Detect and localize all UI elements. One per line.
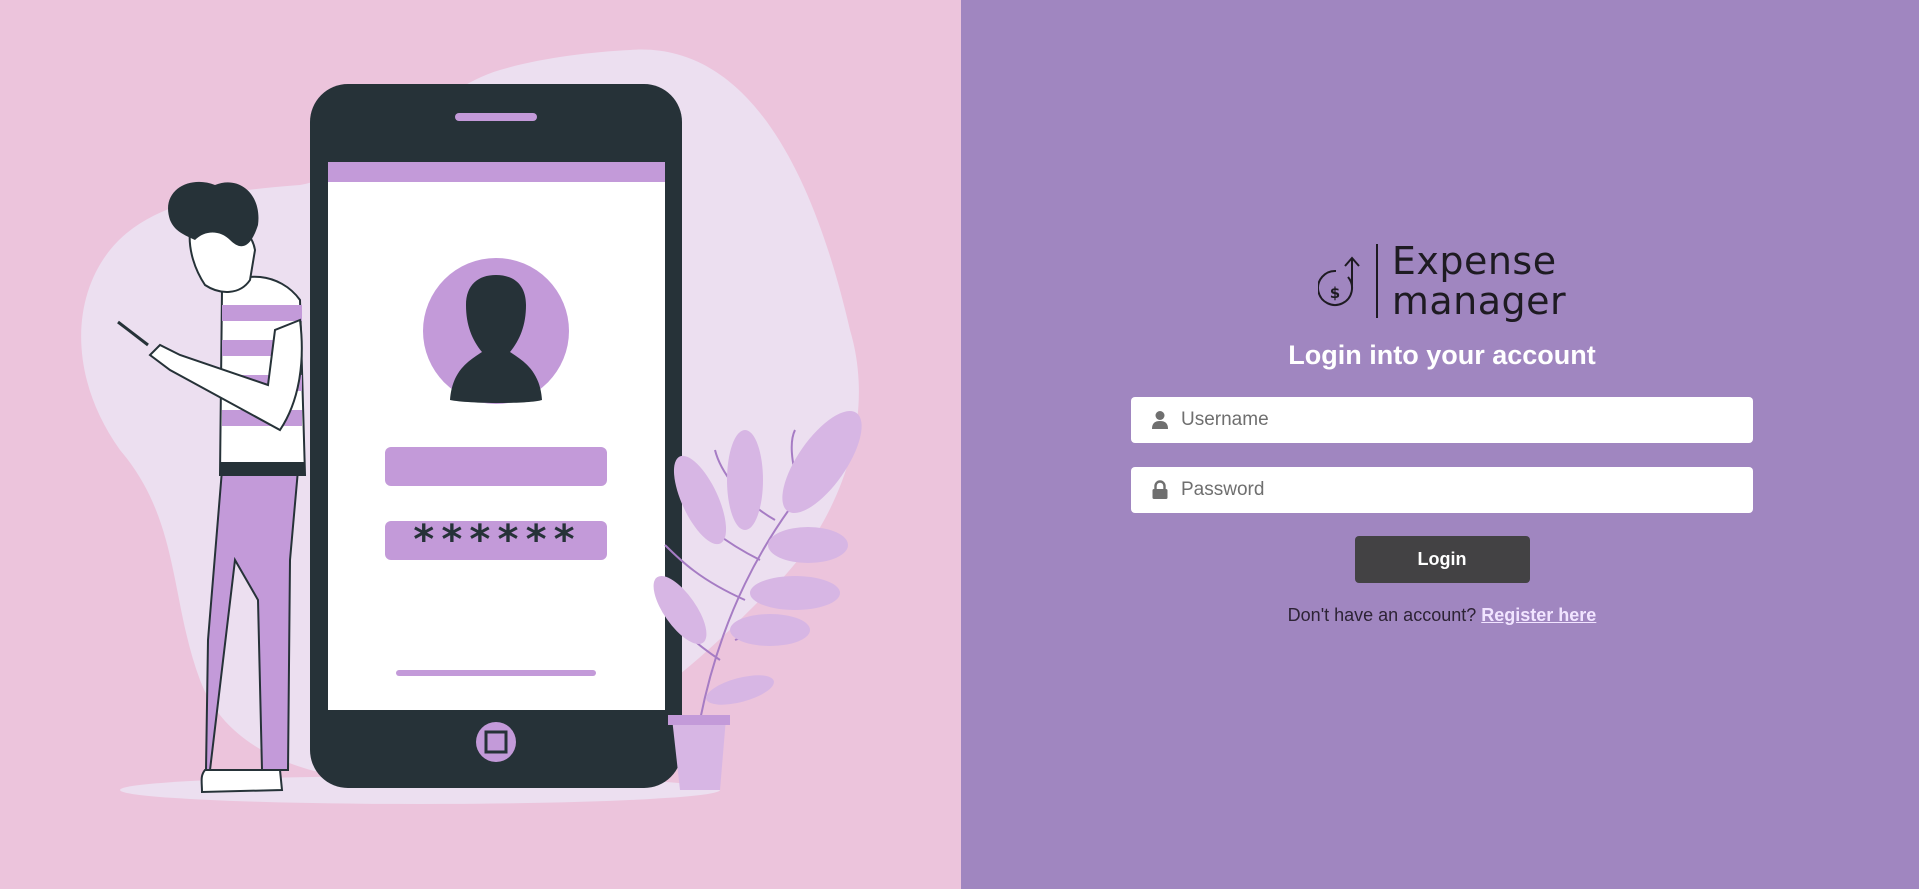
phone-home-button xyxy=(476,722,516,762)
plant-leaf xyxy=(727,430,763,530)
person-shoe xyxy=(200,769,284,794)
brand-name: Expense manager xyxy=(1392,241,1566,321)
register-prompt-line: Don't have an account? Register here xyxy=(1288,605,1597,626)
phone-speaker xyxy=(455,113,537,121)
phone-screen-header xyxy=(328,162,665,182)
plant-leaf xyxy=(750,576,840,610)
brand-logo: $ Expense manager xyxy=(1317,240,1566,322)
logo-divider xyxy=(1375,244,1378,318)
username-field[interactable] xyxy=(1131,397,1753,443)
phone-screen xyxy=(328,162,665,710)
plant-leaf xyxy=(730,614,810,646)
login-button[interactable]: Login xyxy=(1354,536,1530,583)
lock-icon xyxy=(1152,480,1168,499)
register-link[interactable]: Register here xyxy=(1481,605,1596,625)
login-form: $ Expense manager Login into your accoun… xyxy=(1131,240,1753,626)
shirt-stripe xyxy=(222,305,302,321)
plant-leaf xyxy=(706,675,774,705)
dollar-arrow-icon: $ xyxy=(1317,256,1360,306)
brand-line-2: manager xyxy=(1391,279,1567,323)
user-icon xyxy=(1152,411,1168,429)
page-title: Login into your account xyxy=(1288,340,1596,370)
login-panel: $ Expense manager Login into your accoun… xyxy=(961,0,1919,889)
phone-login-illustration: ****** xyxy=(81,49,862,804)
plant-pot xyxy=(672,718,726,790)
illustration-panel: ****** xyxy=(0,0,961,889)
plant-leaf xyxy=(768,527,848,563)
username-input[interactable] xyxy=(1181,409,1741,431)
password-input[interactable] xyxy=(1181,479,1741,501)
screen-username-bar xyxy=(385,447,607,486)
shirt-hem xyxy=(220,462,304,476)
password-field[interactable] xyxy=(1131,467,1753,513)
screen-password-mask: ****** xyxy=(412,517,581,563)
register-prompt: Don't have an account? xyxy=(1287,605,1477,625)
svg-text:$: $ xyxy=(1330,284,1340,302)
screen-bottom-line xyxy=(396,670,596,676)
plant-pot-rim xyxy=(668,715,730,725)
brand-line-1: Expense xyxy=(1391,239,1557,283)
